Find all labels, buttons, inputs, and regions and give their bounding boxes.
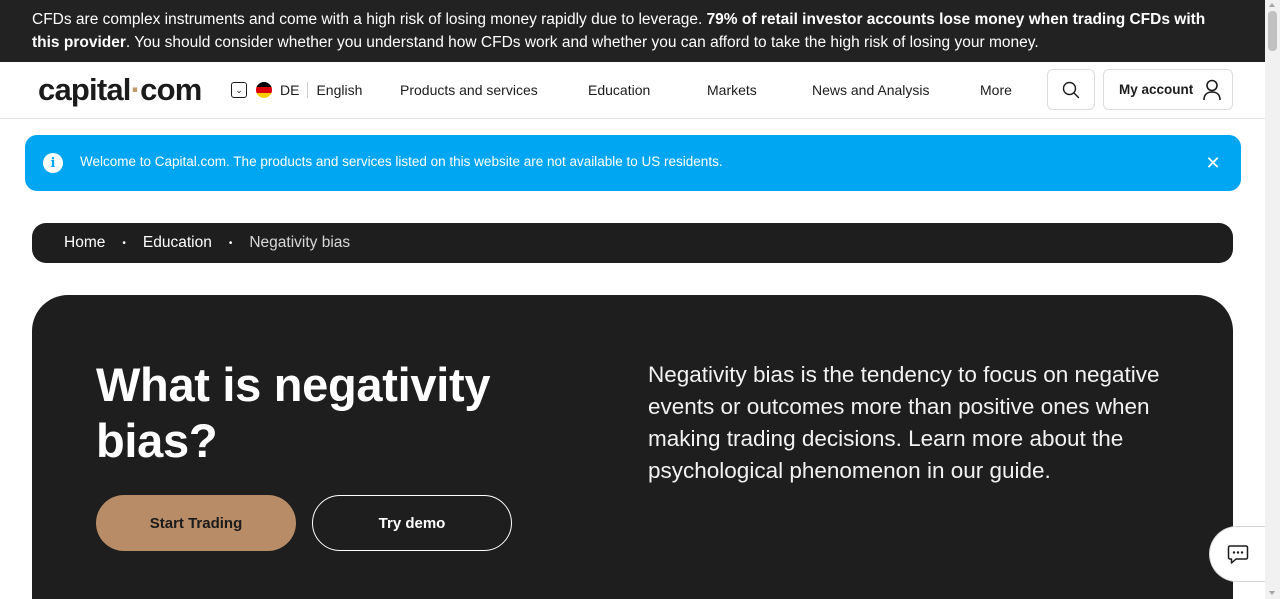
my-account-button[interactable]: My account [1103, 69, 1233, 110]
risk-warning-banner: CFDs are complex instruments and come wi… [0, 0, 1265, 62]
breadcrumb-home[interactable]: Home [64, 234, 105, 252]
search-button[interactable] [1047, 69, 1095, 110]
nav-markets[interactable]: Markets [707, 62, 757, 118]
my-account-label: My account [1119, 82, 1194, 97]
site-header: capital·com ⌄ DE English Products and se… [0, 62, 1265, 119]
capital-logo[interactable]: capital·com [38, 72, 202, 108]
page-title: What is negativity bias? [96, 358, 491, 467]
language-label: English [316, 82, 363, 98]
us-residents-notice: i Welcome to Capital.com. The products a… [25, 135, 1241, 191]
try-demo-button[interactable]: Try demo [312, 495, 512, 551]
search-icon [1062, 81, 1080, 98]
nav-products-and-services[interactable]: Products and services [400, 62, 538, 118]
close-icon[interactable]: ✕ [1203, 153, 1223, 173]
risk-warning-text-end: . You should consider whether you unders… [125, 34, 1039, 51]
region-code: DE [280, 82, 300, 98]
nav-education[interactable]: Education [588, 62, 650, 118]
breadcrumb-separator: • [228, 237, 233, 249]
language-selector[interactable]: ⌄ DE English [231, 80, 362, 100]
risk-warning-text: CFDs are complex instruments and come wi… [32, 11, 707, 28]
scrollbar-thumb[interactable] [1268, 11, 1277, 51]
start-trading-button[interactable]: Start Trading [96, 495, 296, 551]
scroll-up-icon[interactable] [1269, 3, 1275, 7]
breadcrumb-separator: • [122, 237, 126, 249]
breadcrumb-education[interactable]: Education [143, 234, 212, 252]
page-scrollbar[interactable] [1265, 0, 1280, 599]
user-icon [1203, 79, 1222, 100]
hero-description: Negativity bias is the tendency to focus… [648, 362, 1160, 483]
chevron-down-icon: ⌄ [231, 82, 247, 98]
chat-button[interactable] [1209, 526, 1265, 582]
hero-section: What is negativity bias? Start Trading T… [32, 295, 1233, 599]
info-icon: i [43, 153, 63, 173]
breadcrumb-current: Negativity bias [249, 234, 351, 251]
notice-message: Welcome to Capital.com. The products and… [80, 154, 723, 169]
nav-more[interactable]: More [980, 62, 1012, 118]
chat-icon [1227, 545, 1248, 564]
divider [307, 82, 309, 98]
scroll-down-icon[interactable] [1269, 591, 1275, 595]
germany-flag-icon [256, 82, 272, 98]
nav-news-and-analysis[interactable]: News and Analysis [812, 62, 930, 118]
breadcrumb: Home • Education • Negativity bias [32, 223, 1233, 263]
